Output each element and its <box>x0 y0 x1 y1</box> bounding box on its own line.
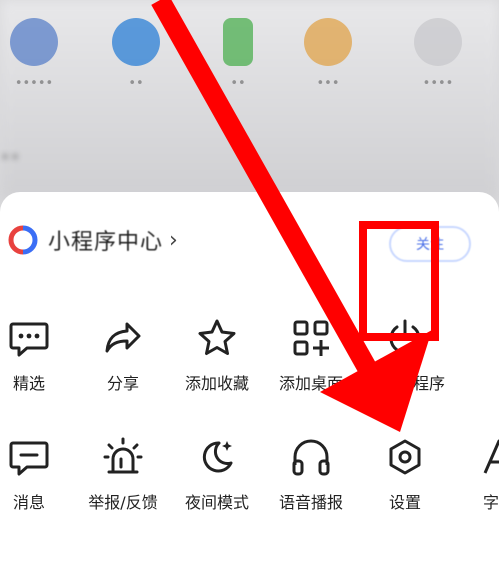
action-label: 字体 <box>482 493 499 512</box>
settings-hexagon-icon <box>389 439 421 475</box>
background-app-icon <box>112 18 160 66</box>
font-icon <box>483 439 499 474</box>
star-icon <box>198 319 236 355</box>
mini-program-title: 小程序中心 <box>48 230 164 255</box>
share-arrow-icon <box>105 322 141 353</box>
action-font[interactable]: 字体 <box>444 435 499 513</box>
background-app: •• <box>108 18 164 91</box>
background-app-icon <box>304 18 352 66</box>
background-app-icon <box>414 18 462 66</box>
chevron-right-icon: › <box>169 227 178 253</box>
background-app: •• <box>210 18 266 91</box>
background-app-icon <box>10 18 58 66</box>
background-app-label: •••• <box>422 76 454 91</box>
grid-add-icon <box>293 320 329 356</box>
background-app-label: ••••• <box>14 76 54 91</box>
settings-highlight-box <box>359 221 439 341</box>
message-icon <box>9 441 49 476</box>
background-app: ••••• <box>6 18 62 91</box>
mini-program-logo-icon <box>8 225 38 255</box>
background-app-icon <box>223 18 253 66</box>
chat-bubble-icon <box>9 322 49 357</box>
background-app-row: ••••• •• •• ••• •••• <box>0 0 499 130</box>
background-app-label: •• <box>230 76 246 91</box>
alarm-icon <box>103 437 143 474</box>
action-label: 退出小程序 <box>364 374 445 393</box>
background-app-label: •• <box>128 76 144 91</box>
background-app: ••• <box>300 18 356 91</box>
moon-icon <box>202 441 233 473</box>
mini-program-center-link[interactable]: 小程序中心 › <box>8 222 178 258</box>
headphones-icon <box>292 439 330 476</box>
background-app: •••• <box>410 18 466 91</box>
background-tab: •• <box>0 148 21 168</box>
background-app-label: ••• <box>316 76 340 91</box>
